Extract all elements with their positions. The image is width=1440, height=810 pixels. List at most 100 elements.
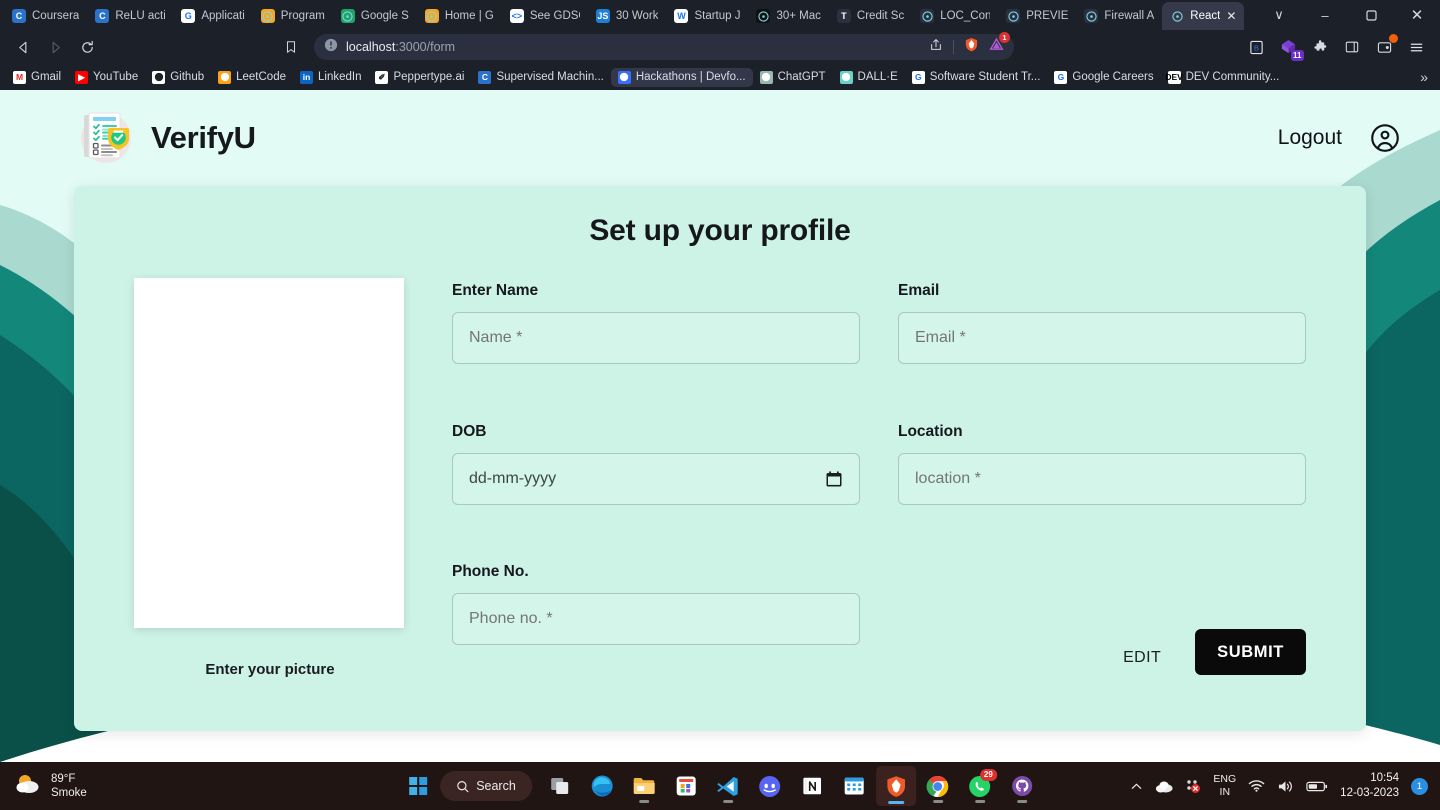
calendar-button[interactable] — [834, 766, 874, 806]
weather-widget[interactable]: 89°F Smoke — [0, 772, 230, 801]
extension-badge-count: 11 — [1290, 49, 1304, 61]
bookmark-item[interactable]: ▶ YouTube — [68, 68, 145, 87]
reload-icon[interactable] — [72, 33, 102, 61]
browser-tab[interactable]: Firewall A — [1076, 2, 1162, 30]
bookmark-this-page-icon[interactable] — [276, 33, 306, 61]
back-icon[interactable] — [8, 33, 38, 61]
file-explorer-button[interactable] — [624, 766, 664, 806]
browser-tab-title: Google S — [360, 10, 409, 22]
close-window-button[interactable]: ✕ — [1394, 0, 1440, 30]
language-region: IN — [1219, 786, 1231, 798]
windows-taskbar: 89°F Smoke Search 29 ENG IN 10:54 12-03-… — [0, 762, 1440, 810]
vs-code-button[interactable] — [708, 766, 748, 806]
browser-tab[interactable]: 30+ Mac — [748, 2, 828, 30]
browser-tab[interactable]: <> See GDSC — [502, 2, 588, 30]
browser-tab[interactable]: PREVIE — [998, 2, 1076, 30]
account-avatar-icon[interactable] — [1370, 123, 1400, 153]
brave-button[interactable] — [875, 766, 916, 806]
submit-button[interactable]: SUBMIT — [1195, 629, 1306, 675]
brand[interactable]: VerifyU — [75, 105, 256, 172]
task-view-button[interactable] — [540, 766, 580, 806]
share-icon[interactable] — [929, 38, 943, 57]
browser-tab[interactable]: Program — [253, 2, 333, 30]
clock[interactable]: 10:54 12-03-2023 — [1340, 771, 1399, 801]
location-input[interactable] — [898, 452, 1306, 505]
picture-upload-box[interactable] — [134, 278, 404, 628]
bookmark-item[interactable]: C Supervised Machin... — [471, 68, 610, 87]
browser-tab[interactable]: JS 30 Work — [588, 2, 667, 30]
browser-tab[interactable]: G Applicati — [173, 2, 252, 30]
address-bar[interactable]: localhost:3000/form 1 — [314, 32, 1014, 60]
weather-condition: Smoke — [51, 787, 87, 799]
edit-button[interactable]: EDIT — [1111, 641, 1173, 675]
notion-button[interactable] — [792, 766, 832, 806]
browser-tab-title: Program — [280, 10, 325, 22]
brave-shields-icon[interactable] — [964, 37, 979, 57]
bookmark-item[interactable]: M Gmail — [6, 68, 68, 87]
whatsapp-button[interactable]: 29 — [960, 766, 1000, 806]
github-desktop-button[interactable] — [1002, 766, 1042, 806]
bookmark-item[interactable]: G Google Careers — [1047, 68, 1160, 87]
browser-tab[interactable]: Google S — [333, 2, 417, 30]
browser-tab[interactable]: C ReLU acti — [87, 2, 173, 30]
email-input[interactable] — [898, 312, 1306, 364]
edge-button[interactable] — [582, 766, 622, 806]
field-label-email: Email — [898, 282, 940, 299]
taskbar-search[interactable]: Search — [440, 771, 532, 801]
bookmark-label: Github — [170, 71, 205, 83]
close-tab-icon[interactable]: ✕ — [1226, 10, 1236, 22]
tray-expand-icon[interactable] — [1130, 780, 1143, 793]
browser-tab[interactable]: C Coursera — [4, 2, 87, 30]
discord-button[interactable] — [750, 766, 790, 806]
dob-input[interactable]: dd-mm-yyyy — [452, 452, 860, 505]
browser-tab[interactable]: React ✕ — [1162, 2, 1245, 30]
maximize-button[interactable] — [1348, 0, 1394, 30]
bookmark-item[interactable]: ✐ Peppertype.ai — [368, 68, 471, 87]
onedrive-icon[interactable] — [1155, 780, 1173, 793]
coursera-icon: C — [478, 70, 492, 84]
name-input[interactable] — [452, 312, 860, 364]
browser-tab[interactable]: Home | G — [417, 2, 502, 30]
bookmark-label: DALL·E — [857, 71, 898, 83]
notification-badge[interactable]: 1 — [1411, 777, 1428, 795]
bookmark-item[interactable]: LeetCode — [211, 68, 293, 87]
bookmark-item[interactable]: Github — [145, 68, 211, 87]
bookmarks-overflow-button[interactable]: » — [1420, 69, 1434, 85]
site-info-icon[interactable] — [324, 38, 338, 57]
chrome-button[interactable] — [918, 766, 958, 806]
battery-icon[interactable] — [1306, 780, 1328, 793]
start-button[interactable] — [398, 766, 438, 806]
volume-icon[interactable] — [1277, 779, 1294, 794]
tab-search-button[interactable]: ∨ — [1256, 0, 1302, 30]
bookmark-item[interactable]: DALL·E — [833, 68, 905, 87]
extensions-puzzle-icon[interactable] — [1306, 34, 1334, 60]
dev-icon: DEV — [1165, 70, 1183, 84]
bookmark-item[interactable]: in LinkedIn — [293, 68, 368, 87]
header-actions: Logout — [1278, 123, 1400, 153]
browser-tab[interactable]: W Startup J — [666, 2, 748, 30]
brave-rewards-icon[interactable]: 1 — [989, 32, 1010, 57]
bookmark-label: Peppertype.ai — [393, 71, 465, 83]
browser-tab[interactable]: T Credit Sc — [829, 2, 912, 30]
field-label-dob: DOB — [452, 422, 487, 440]
bookmark-item[interactable]: Hackathons | Devfo... — [610, 67, 753, 87]
bookmark-item[interactable]: ChatGPT — [753, 68, 833, 87]
phone-input[interactable] — [452, 593, 860, 646]
wallet-icon[interactable] — [1370, 34, 1398, 60]
browser-menu-icon[interactable] — [1402, 34, 1430, 60]
brand-name: VerifyU — [151, 120, 256, 155]
wifi-icon[interactable] — [1248, 779, 1265, 793]
calendar-icon[interactable] — [825, 470, 843, 488]
settings-sync-error-icon[interactable] — [1185, 778, 1201, 794]
sidebar-toggle-icon[interactable] — [1338, 34, 1366, 60]
grammarly-extension-icon[interactable]: 11 — [1274, 34, 1304, 61]
bitwarden-extension-icon[interactable]: B — [1242, 34, 1270, 60]
bookmark-item[interactable]: DEV DEV Community... — [1161, 68, 1287, 87]
bookmark-item[interactable]: G Software Student Tr... — [905, 68, 1048, 87]
forward-icon[interactable] — [40, 33, 70, 61]
microsoft-store-button[interactable] — [666, 766, 706, 806]
logout-button[interactable]: Logout — [1278, 126, 1342, 150]
minimize-button[interactable]: – — [1302, 0, 1348, 30]
language-indicator[interactable]: ENG IN — [1213, 773, 1236, 799]
browser-tab[interactable]: LOC_Con — [912, 2, 998, 30]
